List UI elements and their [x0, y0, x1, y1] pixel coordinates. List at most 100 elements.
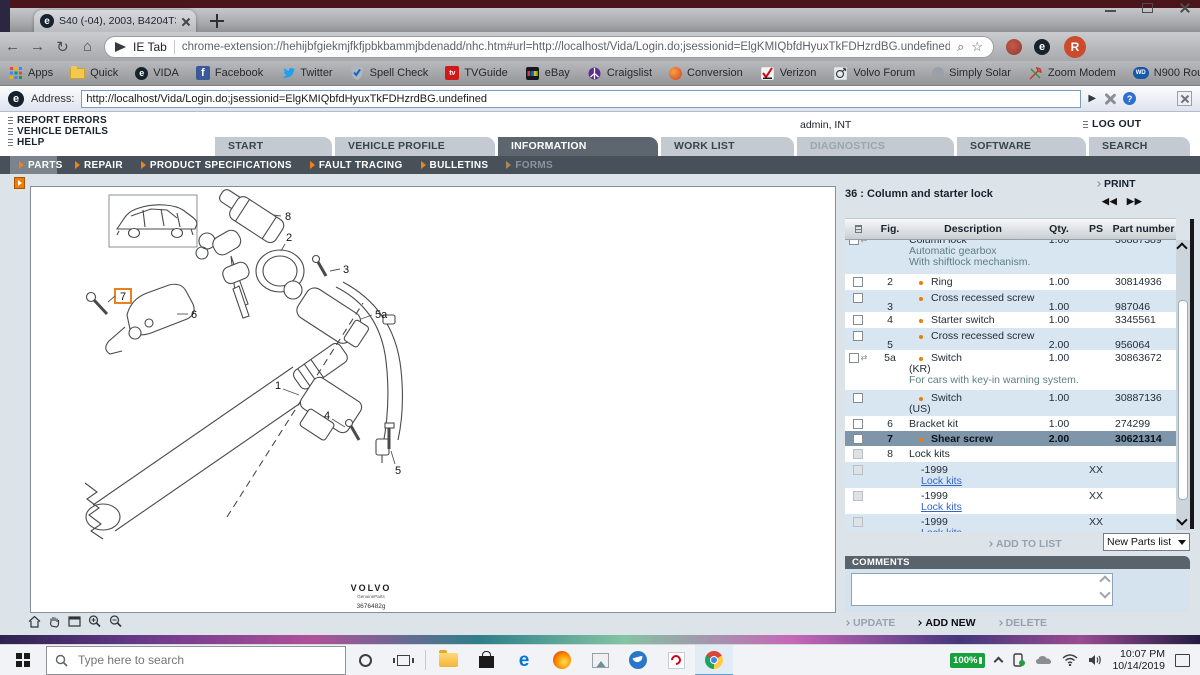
table-row-column-lock[interactable]: ⇄ Column lock Automatic gearbox With shi… — [845, 240, 1176, 274]
bookmark-verizon[interactable]: Verizon — [760, 66, 817, 81]
logout-button[interactable]: LOG OUT — [1083, 118, 1141, 130]
bookmark-simplysolar[interactable]: Simply Solar — [932, 67, 1011, 79]
home-view-icon[interactable] — [28, 615, 41, 628]
bookmark-spellcheck[interactable]: Spell Check — [350, 66, 429, 81]
minimize-icon[interactable] — [1105, 2, 1116, 13]
subnav-fault-tracing[interactable]: FAULT TRACING — [310, 160, 403, 171]
row-checkbox[interactable] — [853, 293, 863, 303]
firefox-button[interactable] — [543, 645, 581, 675]
table-row-lock-kits[interactable]: 8 Lock kits — [845, 446, 1176, 462]
subnav-parts-active[interactable]: PARTS — [10, 156, 57, 174]
bookmark-volvoforum[interactable]: Volvo Forum — [833, 66, 915, 81]
row-checkbox[interactable] — [849, 240, 859, 245]
tab-close-icon[interactable] — [181, 17, 190, 26]
bookmark-facebook[interactable]: f Facebook — [196, 66, 263, 80]
table-row-lock-kits-1999[interactable]: -1999 Lock kits XX — [845, 514, 1176, 532]
tab-start[interactable]: START — [215, 137, 332, 156]
extension-icon[interactable] — [1006, 39, 1022, 55]
device-tray-icon[interactable] — [1012, 653, 1025, 667]
zoom-icon[interactable]: ⌕ — [957, 39, 964, 55]
table-row-bracket-kit[interactable]: 6 Bracket kit 1.00 274299 — [845, 416, 1176, 431]
subnav-bulletins[interactable]: BULLETINS — [421, 160, 489, 171]
print-button[interactable]: PRINT — [1096, 178, 1136, 190]
volume-icon[interactable] — [1088, 654, 1102, 666]
page-scrollbar[interactable] — [1190, 219, 1194, 529]
start-button[interactable] — [0, 645, 46, 675]
bookmark-n900router[interactable]: WD N900 Router — [1133, 67, 1200, 79]
subnav-repair[interactable]: REPAIR — [75, 160, 123, 171]
back-icon[interactable]: ← — [0, 38, 25, 55]
maximize-icon[interactable] — [1142, 2, 1153, 13]
settings-wrench-icon[interactable] — [1103, 92, 1116, 105]
table-row-ring[interactable]: 2 Ring 1.00 30814936 — [845, 274, 1176, 290]
lock-kits-link[interactable]: Lock kits — [921, 502, 1037, 513]
row-checkbox[interactable] — [853, 277, 863, 287]
panel-expander-button[interactable] — [14, 177, 25, 189]
wifi-icon[interactable] — [1062, 654, 1078, 666]
clock[interactable]: 10:07 PM 10/14/2019 — [1112, 648, 1165, 672]
tab-software[interactable]: SOFTWARE — [957, 137, 1086, 156]
bookmark-twitter[interactable]: Twitter — [280, 66, 332, 81]
table-row-screw[interactable]: 5 Cross recessed screw 2.00 956064 — [845, 328, 1176, 350]
table-row-shear-screw-selected[interactable]: 7 Shear screw 2.00 30621314 — [845, 431, 1176, 446]
header-select-column[interactable] — [845, 219, 871, 239]
bookmark-tvguide[interactable]: tv TVGuide — [445, 66, 507, 80]
table-row-switch-kr[interactable]: ⇄ 5a Switch (KR) For cars with key-in wa… — [845, 350, 1176, 390]
zoom-out-icon[interactable] — [109, 615, 123, 628]
parts-list-select[interactable]: New Parts list — [1103, 533, 1190, 551]
tab-work-list[interactable]: WORK LIST — [661, 137, 794, 156]
store-button[interactable] — [467, 645, 505, 675]
help-icon[interactable]: ? — [1123, 92, 1136, 105]
reload-icon[interactable]: ↻ — [50, 38, 75, 56]
header-qty[interactable]: Qty. — [1037, 219, 1081, 239]
omnibox-url[interactable]: chrome-extension://hehijbfgiekmjfkfjpbkb… — [182, 41, 950, 53]
add-new-button[interactable]: ADD NEW — [917, 617, 975, 629]
scroll-up-icon[interactable] — [1176, 242, 1187, 253]
report-errors-link[interactable]: REPORT ERRORS — [8, 115, 108, 125]
action-center-icon[interactable] — [1175, 654, 1190, 667]
table-row-starter-switch[interactable]: 4 Starter switch 1.00 3345561 — [845, 312, 1176, 328]
row-checkbox[interactable] — [853, 331, 863, 341]
search-input[interactable] — [76, 652, 306, 668]
bookmark-craigslist[interactable]: Craigslist — [587, 66, 652, 81]
parts-diagram-panel[interactable]: 8 2 3 5a 7 6 1 — [30, 186, 836, 613]
battery-badge[interactable]: 100% — [950, 653, 985, 668]
row-checkbox[interactable] — [853, 419, 863, 429]
chrome-button-active[interactable] — [695, 645, 733, 675]
bookmark-quick[interactable]: Quick — [70, 66, 118, 81]
table-row-lock-kits-1999[interactable]: -1999 Lock kits XX — [845, 462, 1176, 488]
photo-viewer-button[interactable] — [581, 645, 619, 675]
address-bar[interactable]: IE Tab chrome-extension://hehijbfgiekmjf… — [104, 36, 994, 58]
file-explorer-button[interactable] — [429, 645, 467, 675]
pan-hand-icon[interactable] — [48, 615, 61, 628]
taskbar-search[interactable] — [46, 646, 346, 675]
scroll-down-icon[interactable] — [1176, 514, 1187, 525]
bookmark-vida[interactable]: e VIDA — [135, 67, 179, 80]
bookmark-conversion[interactable]: Conversion — [669, 67, 743, 80]
close-icon[interactable] — [1179, 2, 1190, 13]
scrollbar-thumb[interactable] — [1178, 300, 1188, 500]
tab-search[interactable]: SEARCH — [1089, 137, 1190, 156]
subnav-product-specifications[interactable]: PRODUCT SPECIFICATIONS — [141, 160, 292, 171]
acrobat-button[interactable] — [657, 645, 695, 675]
tab-vehicle-profile[interactable]: VEHICLE PROFILE — [335, 137, 495, 156]
vehicle-details-link[interactable]: VEHICLE DETAILS — [8, 126, 108, 136]
bookmark-apps[interactable]: Apps — [8, 66, 53, 81]
new-tab-button[interactable] — [210, 14, 224, 28]
forward-icon[interactable]: → — [25, 38, 50, 55]
lock-kits-link[interactable]: Lock kits — [921, 528, 1037, 532]
cortana-button[interactable] — [346, 645, 384, 675]
ietab-address-input[interactable] — [81, 90, 1081, 108]
lock-kits-link[interactable]: Lock kits — [921, 476, 1037, 487]
profile-avatar[interactable]: R — [1064, 36, 1086, 58]
prev-figure-icon[interactable]: ◀◀ — [1102, 196, 1118, 207]
header-ps[interactable]: PS — [1081, 219, 1111, 239]
bookmark-star-icon[interactable]: ☆ — [971, 39, 983, 55]
table-scrollbar[interactable] — [1176, 240, 1190, 530]
table-row-lock-kits-1999[interactable]: -1999 Lock kits XX — [845, 488, 1176, 514]
row-checkbox[interactable] — [853, 393, 863, 403]
next-figure-icon[interactable]: ▶▶ — [1127, 196, 1143, 207]
browser-tab[interactable]: e S40 (-04), 2003, B4204T3, YV1VS... — [34, 10, 196, 32]
table-row-screw[interactable]: 3 Cross recessed screw 1.00 987046 — [845, 290, 1176, 312]
row-checkbox[interactable] — [849, 353, 859, 363]
